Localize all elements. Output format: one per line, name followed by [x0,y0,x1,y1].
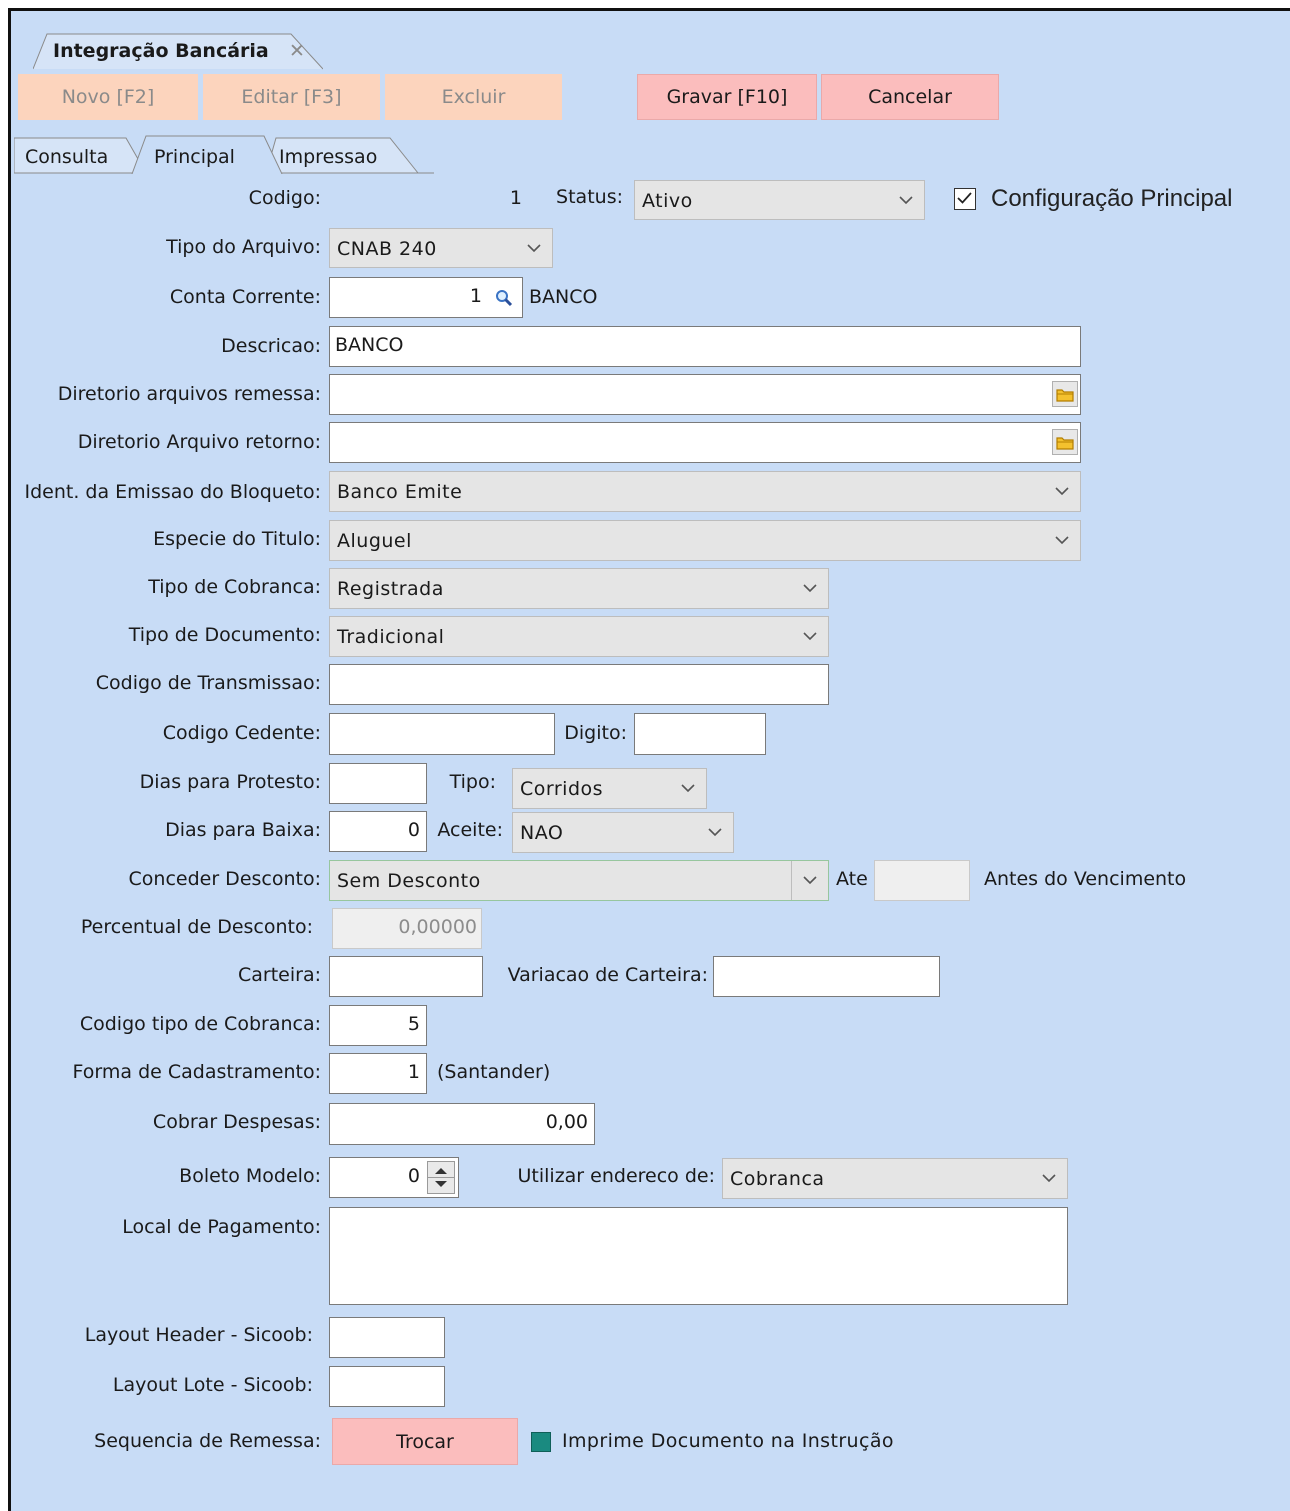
utilizar-endereco-label: Utilizar endereco de: [517,1165,716,1187]
chevron-down-icon [707,824,723,840]
variacao-carteira-input[interactable] [713,956,940,997]
tipo-select[interactable]: Corridos [512,768,707,809]
tab-impressao[interactable]: Impressao [272,134,422,174]
codigo-transmissao-label: Codigo de Transmissao: [95,672,321,694]
codigo-tipo-cobranca-label: Codigo tipo de Cobranca: [79,1013,321,1035]
tab-principal[interactable]: Principal [142,134,272,174]
trocar-button[interactable]: Trocar [332,1418,518,1465]
cancelar-button[interactable]: Cancelar [821,74,999,120]
antes-vencimento-label: Antes do Vencimento [984,868,1187,890]
magnifier-icon[interactable] [494,288,514,313]
document-tab[interactable]: Integração Bancária ✕ [33,32,323,70]
tipo-documento-label: Tipo de Documento: [128,624,321,646]
conta-corrente-label: Conta Corrente: [169,286,321,308]
conceder-desconto-select[interactable]: Sem Desconto [329,860,829,901]
aceite-label: Aceite: [437,819,503,841]
dir-remessa-label: Diretorio arquivos remessa: [57,383,321,405]
codigo-tipo-cobranca-input[interactable]: 5 [329,1005,427,1046]
boleto-modelo-label: Boleto Modelo: [179,1165,321,1187]
tipo-cobranca-label: Tipo de Cobranca: [148,576,321,598]
spin-arrows-icon[interactable] [427,1161,455,1194]
digito-label: Digito: [564,722,627,744]
chevron-down-icon [802,628,818,644]
config-principal-checkbox[interactable] [954,188,976,210]
dias-baixa-label: Dias para Baixa: [165,819,321,841]
novo-button[interactable]: Novo [F2] [18,74,198,120]
variacao-carteira-label: Variacao de Carteira: [507,964,708,986]
status-label: Status: [556,186,623,208]
forma-cadastramento-label: Forma de Cadastramento: [72,1061,321,1083]
cobrar-despesas-label: Cobrar Despesas: [152,1111,321,1133]
tipo-label: Tipo: [449,771,496,793]
aceite-select[interactable]: NAO [512,812,734,853]
imprime-documento-label: Imprime Documento na Instrução [562,1430,894,1452]
layout-header-label: Layout Header - Sicoob: [84,1324,313,1346]
chevron-down-icon [1054,483,1070,499]
sequencia-remessa-label: Sequencia de Remessa: [94,1430,321,1452]
tipo-documento-select[interactable]: Tradicional [329,616,829,657]
codigo-cedente-input[interactable] [329,713,555,755]
ident-emissao-select[interactable]: Banco Emite [329,471,1081,512]
config-principal-label: Configuração Principal [991,185,1233,212]
excluir-button[interactable]: Excluir [385,74,562,120]
chevron-down-icon [802,872,818,888]
percentual-desconto-label: Percentual de Desconto: [80,916,313,938]
dias-protesto-label: Dias para Protesto: [139,771,321,793]
ate-input[interactable] [874,860,970,901]
document-tab-title: Integração Bancária [53,40,269,62]
forma-cadastramento-suffix: (Santander) [437,1061,551,1083]
dias-baixa-input[interactable]: 0 [329,811,427,852]
chevron-down-icon [680,780,696,796]
ident-emissao-label: Ident. da Emissao do Bloqueto: [24,481,322,503]
dir-retorno-label: Diretorio Arquivo retorno: [77,431,321,453]
imprime-documento-checkbox[interactable] [531,1432,551,1452]
conta-corrente-input[interactable]: 1 [329,277,523,318]
ate-label: Ate [836,868,868,890]
forma-cadastramento-input[interactable]: 1 [329,1053,427,1094]
chevron-down-icon [802,580,818,596]
folder-icon[interactable] [1052,381,1078,407]
codigo-label: Codigo: [248,187,321,209]
local-pagamento-label: Local de Pagamento: [122,1216,321,1238]
page-tabs: Consulta Principal Impressao [14,134,434,174]
dir-retorno-input[interactable] [329,422,1081,463]
editar-button[interactable]: Editar [F3] [203,74,380,120]
close-icon[interactable]: ✕ [289,40,305,62]
codigo-transmissao-input[interactable] [329,664,829,705]
layout-lote-input[interactable] [329,1366,445,1407]
tipo-arquivo-select[interactable]: CNAB 240 [329,228,553,268]
checkmark-icon [957,192,972,204]
dias-protesto-input[interactable] [329,763,427,804]
chevron-down-icon [526,240,542,256]
carteira-input[interactable] [329,956,483,997]
cobrar-despesas-input[interactable]: 0,00 [329,1103,595,1145]
conta-corrente-name: BANCO [529,286,598,308]
boleto-modelo-input[interactable]: 0 [329,1157,459,1198]
folder-icon[interactable] [1052,429,1078,455]
layout-lote-label: Layout Lote - Sicoob: [112,1374,313,1396]
tipo-cobranca-select[interactable]: Registrada [329,568,829,609]
descricao-input[interactable]: BANCO [329,326,1081,367]
descricao-label: Descricao: [221,335,321,357]
codigo-value: 1 [509,187,522,209]
tipo-arquivo-label: Tipo do Arquivo: [166,236,321,258]
utilizar-endereco-select[interactable]: Cobranca [722,1158,1068,1199]
codigo-cedente-label: Codigo Cedente: [162,722,321,744]
carteira-label: Carteira: [238,964,321,986]
especie-titulo-label: Especie do Titulo: [153,528,321,550]
dir-remessa-input[interactable] [329,374,1081,415]
form-window: Integração Bancária ✕ Novo [F2] Editar [… [8,8,1290,1511]
percentual-desconto-input[interactable]: 0,00000 [332,908,482,949]
local-pagamento-textarea[interactable] [329,1207,1068,1305]
conceder-desconto-label: Conceder Desconto: [128,868,321,890]
especie-titulo-select[interactable]: Aluguel [329,520,1081,561]
gravar-button[interactable]: Gravar [F10] [637,74,817,120]
chevron-down-icon [898,192,914,208]
tab-consulta[interactable]: Consulta [14,134,144,174]
chevron-down-icon [1041,1170,1057,1186]
chevron-down-icon [1054,532,1070,548]
status-select[interactable]: Ativo [634,180,925,220]
layout-header-input[interactable] [329,1317,445,1358]
digito-input[interactable] [634,713,766,755]
